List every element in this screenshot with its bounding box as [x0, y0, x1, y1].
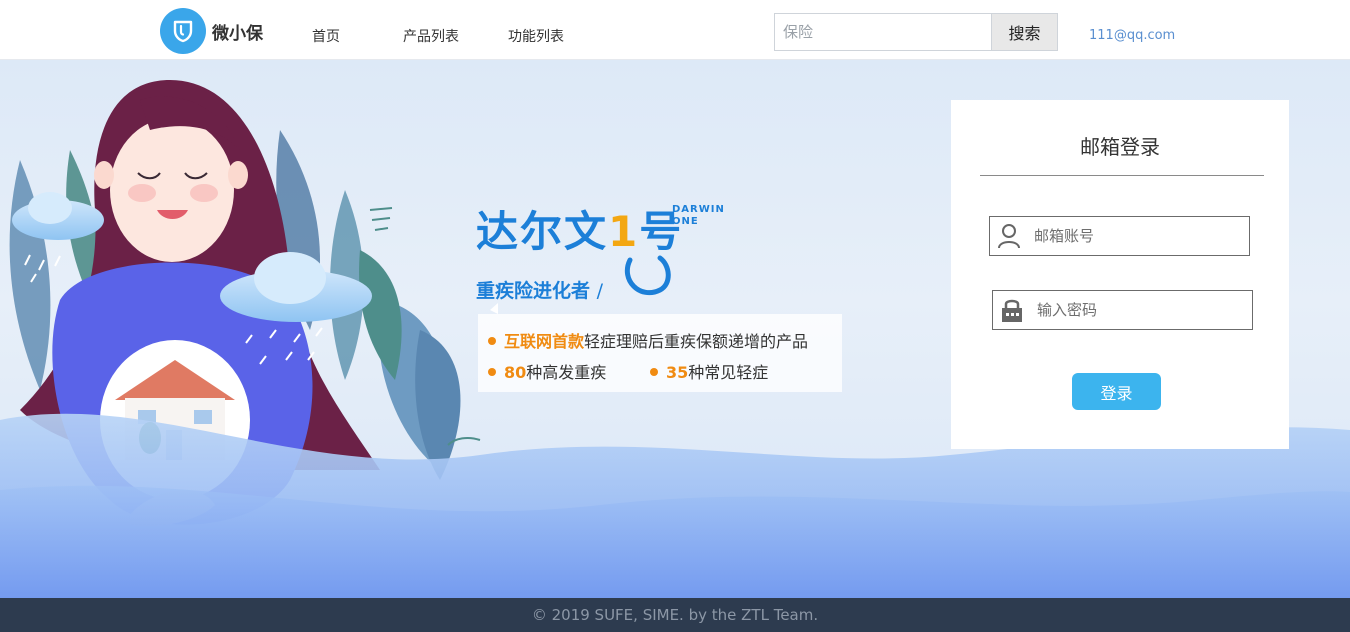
promo-title-en-line2: ONE	[672, 216, 699, 227]
login-panel: 邮箱登录 登录	[951, 100, 1289, 449]
login-divider	[980, 175, 1264, 176]
footer: © 2019 SUFE, SIME. by the ZTL Team.	[0, 598, 1350, 632]
search-box: 搜索	[774, 13, 1058, 51]
user-icon	[990, 217, 1028, 255]
feature-highlight: 互联网首款	[504, 332, 585, 351]
promo-title-number: 1	[608, 207, 640, 256]
feature-item: 35种常见轻症	[650, 359, 768, 383]
nav-feature-list[interactable]: 功能列表	[508, 26, 564, 46]
promo-slash-decoration: /	[596, 280, 604, 302]
nav-home[interactable]: 首页	[312, 26, 340, 46]
feature-highlight: 80	[504, 363, 527, 382]
search-input[interactable]	[775, 14, 991, 50]
feature-item: 80种高发重疾	[488, 359, 606, 383]
promo-title-en-line1: DARWIN	[672, 204, 725, 215]
promo-title: 达尔文1号	[476, 198, 683, 259]
footer-copyright: © 2019 SUFE, SIME. by the ZTL Team.	[531, 606, 819, 624]
search-button[interactable]: 搜索	[991, 14, 1057, 50]
shield-logo-icon	[160, 8, 206, 54]
bullet-dot-icon	[650, 367, 658, 376]
password-input[interactable]	[1031, 301, 1252, 319]
promo-subtitle: 重疾险进化者 /	[476, 276, 603, 303]
feature-item: 互联网首款轻症理赔后重疾保额递增的产品	[488, 328, 808, 352]
promo-title-main: 达尔文	[476, 207, 609, 256]
lock-icon	[993, 291, 1031, 329]
password-field[interactable]	[992, 290, 1253, 330]
brand-name: 微小保	[212, 23, 263, 44]
user-email-link[interactable]: 111@qq.com	[1089, 28, 1175, 43]
feature-text: 轻症理赔后重疾保额递增的产品	[584, 332, 809, 351]
feature-highlight: 35	[666, 363, 689, 382]
hero-banner: 达尔文1号 DARWIN ONE 重疾险进化者 / 互联网首款轻症理赔后重疾保额…	[0, 60, 1350, 598]
feature-text: 种高发重疾	[526, 363, 607, 382]
promo-title-english: DARWIN ONE	[672, 204, 725, 228]
promo-subtitle-text: 重疾险进化者	[476, 280, 591, 302]
leaves-right	[359, 207, 481, 480]
bullet-dot-icon	[488, 367, 496, 376]
brand[interactable]: 微小保	[160, 8, 263, 54]
email-input[interactable]	[1028, 227, 1249, 245]
nav-product-list[interactable]: 产品列表	[403, 26, 459, 46]
feature-text: 种常见轻症	[688, 363, 769, 382]
login-title: 邮箱登录	[1080, 135, 1160, 159]
bullet-dot-icon	[488, 336, 496, 345]
top-navigation-bar: 微小保 首页 产品列表 功能列表 搜索 111@qq.com	[0, 0, 1350, 60]
email-field[interactable]	[989, 216, 1250, 256]
login-button[interactable]: 登录	[1072, 373, 1161, 410]
promo-features: 互联网首款轻症理赔后重疾保额递增的产品 80种高发重疾 35种常见轻症	[478, 314, 842, 392]
